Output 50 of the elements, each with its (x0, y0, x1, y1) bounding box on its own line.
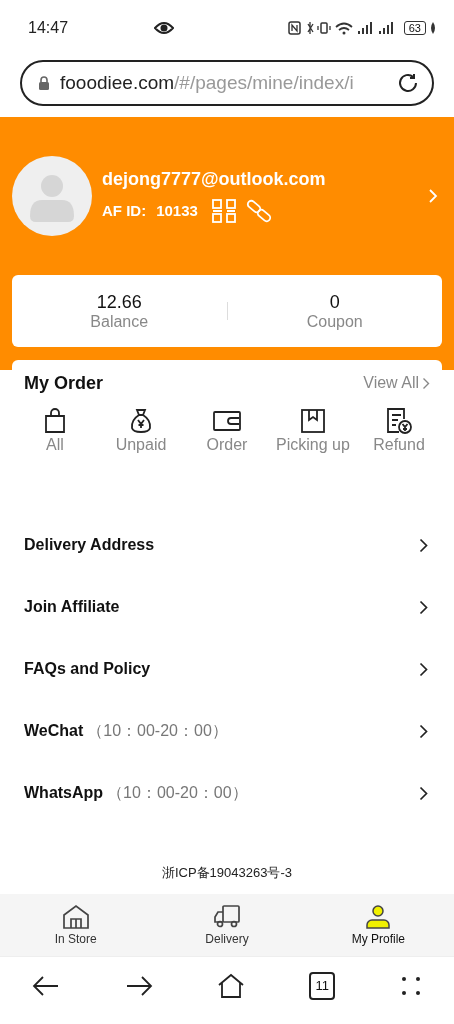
menu-item[interactable]: WeChat （10：00-20：00） (0, 700, 454, 762)
lock-icon (38, 76, 50, 90)
stat-label[interactable]: Coupon (306, 312, 363, 331)
menu-item[interactable]: WhatsApp （10：00-20：00） (0, 762, 454, 824)
tab-item[interactable]: Delivery (151, 894, 303, 956)
chevron-right-icon (419, 723, 428, 739)
stat-value[interactable]: 0 (329, 291, 340, 313)
section-title: My Order (24, 372, 104, 394)
truck-icon (213, 904, 241, 930)
back-icon[interactable] (32, 974, 61, 997)
home-icon[interactable] (216, 972, 245, 999)
more-icon[interactable] (399, 974, 422, 997)
chevron-right-icon (419, 599, 428, 615)
reload-icon[interactable] (396, 71, 420, 95)
order-status-label[interactable]: Picking up (276, 436, 350, 454)
box-icon[interactable] (301, 408, 325, 434)
order-status-label[interactable]: Unpaid (115, 436, 167, 454)
house-icon (61, 904, 90, 930)
chevron-right-icon (419, 661, 428, 677)
order-status-label[interactable]: All (46, 436, 64, 454)
wallet-icon[interactable] (213, 408, 241, 434)
stat-value[interactable]: 12.66 (96, 291, 142, 313)
tab-item[interactable]: In Store (0, 894, 152, 956)
af-id-value: 10133 (156, 202, 198, 219)
address-bar[interactable]: fooodiee.com/#/pages/mine/index/i (20, 60, 434, 106)
icp-license-text: 浙ICP备19043263号-3 (161, 865, 293, 880)
status-time: 14:47 (28, 19, 69, 37)
view-all-link[interactable]: View All (363, 374, 430, 392)
forward-icon[interactable] (124, 974, 153, 997)
money-bag-icon[interactable] (129, 408, 153, 434)
tab-item[interactable]: My Profile (302, 894, 454, 956)
order-status-label[interactable]: Refund (373, 436, 425, 454)
url-text: fooodiee.com/#/pages/mine/index/i (60, 72, 355, 94)
chevron-right-icon (419, 785, 428, 801)
avatar-icon (12, 156, 92, 236)
battery-level: 63 (403, 21, 426, 35)
stat-label[interactable]: Balance (90, 312, 149, 331)
tab-count-button[interactable]: 11 (309, 971, 336, 1000)
eye-icon (154, 21, 175, 35)
chevron-right-icon (419, 537, 428, 553)
menu-item[interactable]: FAQs and Policy (0, 638, 454, 700)
af-id-label: AF ID: (102, 202, 147, 219)
menu-item[interactable]: Join Affiliate (0, 576, 454, 638)
order-status-label[interactable]: Order (206, 436, 248, 454)
shopping-bag-icon[interactable] (43, 408, 67, 434)
receipt-icon[interactable] (386, 408, 412, 434)
person-icon (364, 904, 393, 930)
menu-item[interactable]: Delivery Address (0, 514, 454, 576)
chevron-right-icon (422, 376, 430, 390)
user-email: dejong7777@outlook.com (102, 168, 326, 190)
